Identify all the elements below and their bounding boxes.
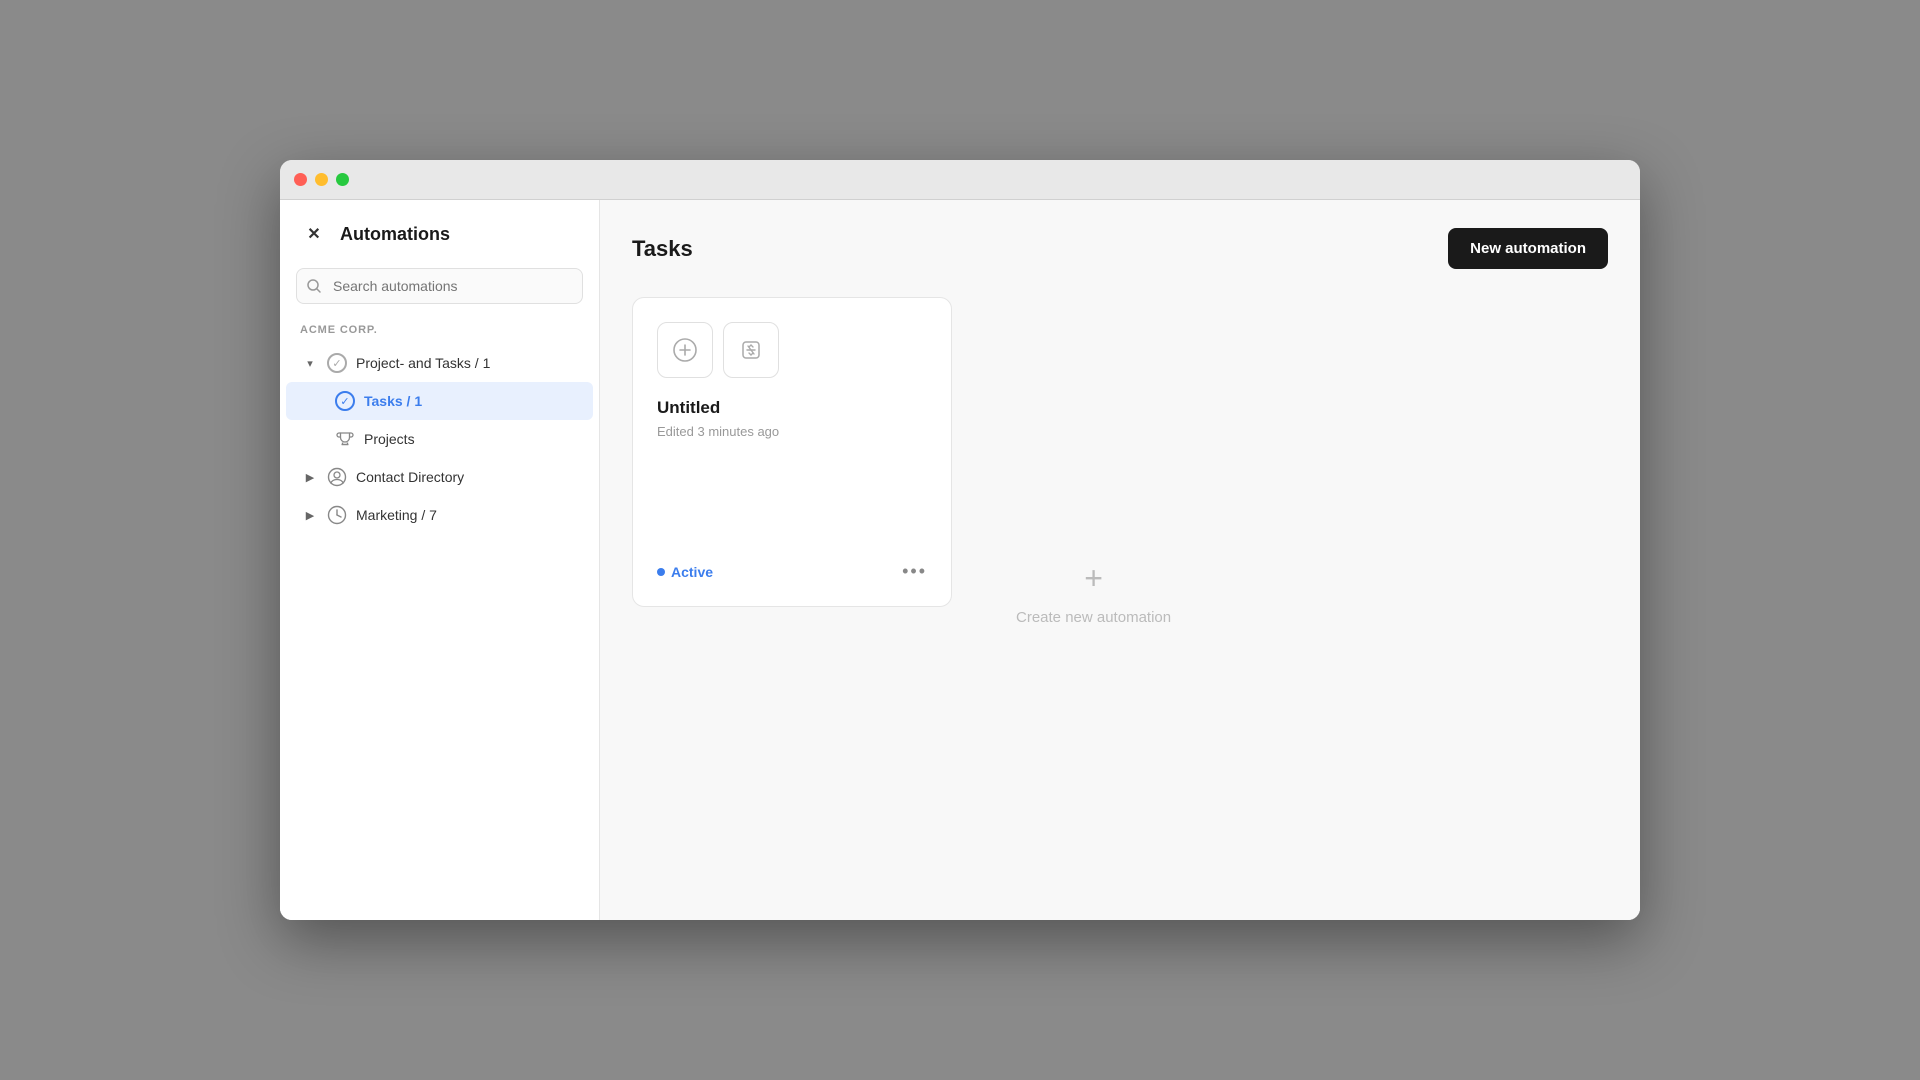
card-footer: Active ••• xyxy=(657,561,927,582)
search-icon xyxy=(306,278,322,294)
clock-circle-icon xyxy=(326,504,348,526)
sidebar-item-label: Tasks / 1 xyxy=(364,393,565,409)
create-new-automation-area[interactable]: + Create new automation xyxy=(976,297,1211,888)
app-body: ✕ Automations ACME CORP. ▾ ✓ Project- an… xyxy=(280,200,1640,920)
sidebar-item-label: Project- and Tasks / 1 xyxy=(356,355,577,371)
search-container xyxy=(296,268,583,304)
app-window: ✕ Automations ACME CORP. ▾ ✓ Project- an… xyxy=(280,160,1640,920)
close-sidebar-button[interactable]: ✕ xyxy=(300,220,328,248)
more-options-button[interactable]: ••• xyxy=(902,561,927,582)
sidebar-item-projects[interactable]: Projects xyxy=(286,420,593,458)
sidebar: ✕ Automations ACME CORP. ▾ ✓ Project- an… xyxy=(280,200,600,920)
sidebar-title: Automations xyxy=(340,224,450,245)
sidebar-item-label: Projects xyxy=(364,431,577,447)
card-icons-row xyxy=(657,322,927,378)
add-trigger-icon-box[interactable] xyxy=(657,322,713,378)
sidebar-item-tasks[interactable]: ✓ Tasks / 1 xyxy=(286,382,593,420)
maximize-button[interactable] xyxy=(336,173,349,186)
sidebar-item-marketing[interactable]: ▶ Marketing / 7 xyxy=(286,496,593,534)
minimize-button[interactable] xyxy=(315,173,328,186)
active-label: Active xyxy=(671,564,713,580)
create-plus-icon: + xyxy=(1084,560,1103,597)
page-title: Tasks xyxy=(632,236,693,262)
sidebar-item-label: Contact Directory xyxy=(356,469,577,485)
main-body: Untitled Edited 3 minutes ago Active •••… xyxy=(600,297,1640,920)
card-title: Untitled xyxy=(657,398,927,418)
person-circle-icon xyxy=(326,466,348,488)
chevron-down-icon: ▾ xyxy=(302,355,318,371)
check-circle-icon: ✓ xyxy=(326,352,348,374)
titlebar xyxy=(280,160,1640,200)
chevron-right-icon: ▶ xyxy=(302,469,318,485)
trophy-icon xyxy=(334,428,356,450)
close-button[interactable] xyxy=(294,173,307,186)
create-new-label: Create new automation xyxy=(1016,609,1171,626)
sidebar-item-contact-directory[interactable]: ▶ Contact Directory xyxy=(286,458,593,496)
check-circle-blue-icon: ✓ xyxy=(334,390,356,412)
chevron-right-icon: ▶ xyxy=(302,507,318,523)
main-content: Tasks New automation xyxy=(600,200,1640,920)
search-input[interactable] xyxy=(296,268,583,304)
sidebar-item-label: Marketing / 7 xyxy=(356,507,577,523)
edit-action-icon-box[interactable] xyxy=(723,322,779,378)
active-badge: Active xyxy=(657,564,713,580)
card-subtitle: Edited 3 minutes ago xyxy=(657,424,927,439)
new-automation-button[interactable]: New automation xyxy=(1448,228,1608,269)
active-dot xyxy=(657,568,665,576)
sidebar-header: ✕ Automations xyxy=(280,220,599,268)
sidebar-item-project-tasks[interactable]: ▾ ✓ Project- and Tasks / 1 xyxy=(286,344,593,382)
main-header: Tasks New automation xyxy=(600,200,1640,297)
section-label: ACME CORP. xyxy=(280,324,599,344)
automation-card: Untitled Edited 3 minutes ago Active ••• xyxy=(632,297,952,607)
